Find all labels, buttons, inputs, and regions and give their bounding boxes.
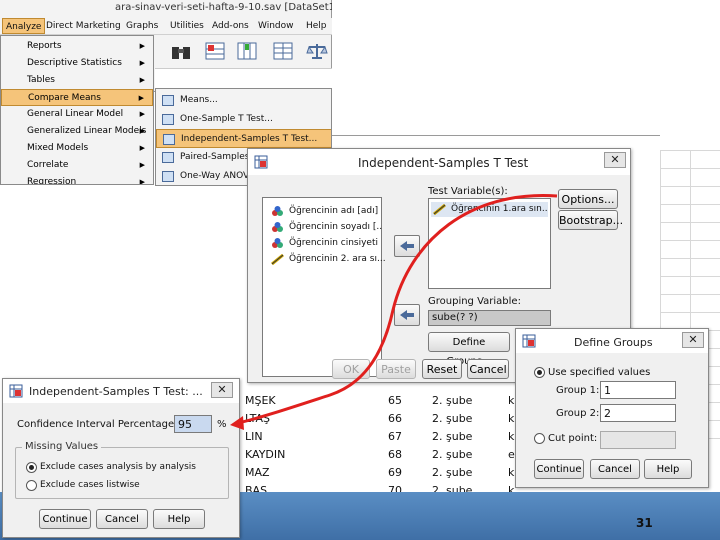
annotation-arrow — [230, 194, 558, 430]
